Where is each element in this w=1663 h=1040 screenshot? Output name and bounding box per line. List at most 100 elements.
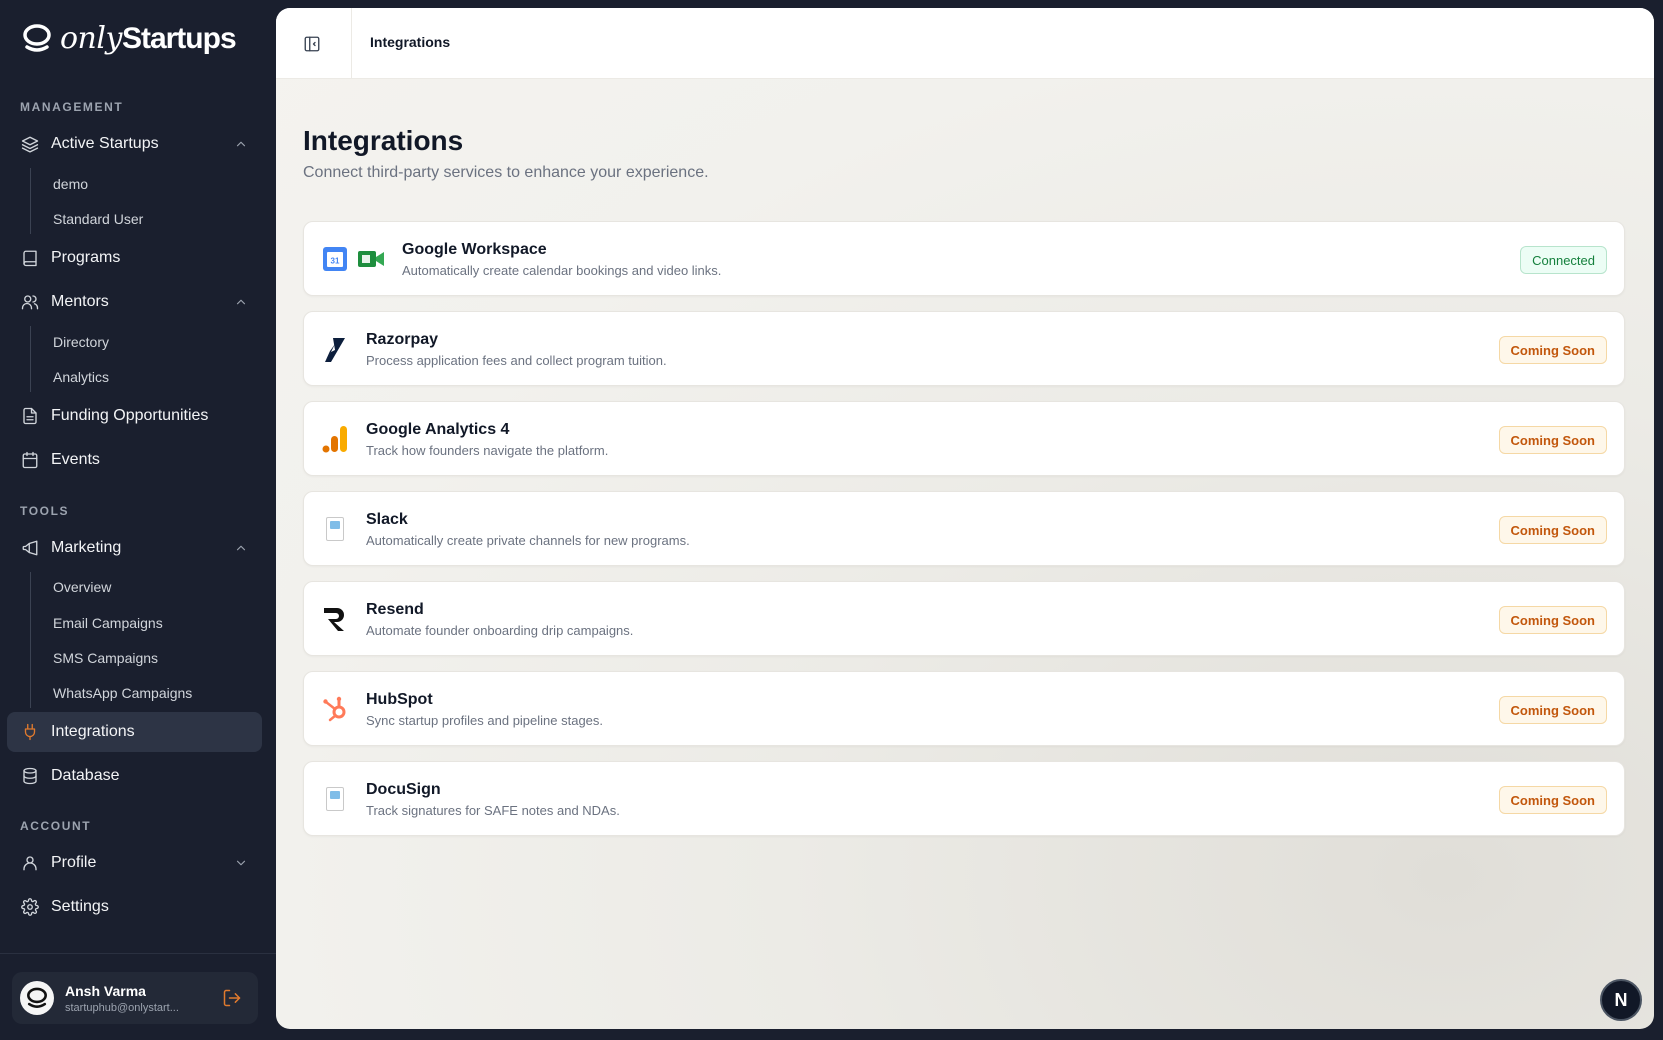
status-badge: Coming Soon xyxy=(1498,696,1607,724)
topbar-separator xyxy=(351,8,352,79)
page-title: Integrations xyxy=(303,125,464,156)
sidebar-toggle-icon[interactable] xyxy=(300,32,324,56)
chevron-down-icon[interactable] xyxy=(234,856,248,870)
user-name: Ansh Varma xyxy=(65,982,146,999)
sub-item-email-campaigns[interactable]: Email Campaigns xyxy=(53,613,163,633)
nav-marketing[interactable]: Marketing xyxy=(7,528,262,568)
nav-label: Mentors xyxy=(51,293,109,310)
sub-item-whatsapp-campaigns[interactable]: WhatsApp Campaigns xyxy=(53,683,192,703)
integration-card-resend[interactable]: Resend Automate founder onboarding drip … xyxy=(303,581,1625,656)
integration-card-hubspot[interactable]: HubSpot Sync startup profiles and pipeli… xyxy=(303,671,1625,746)
main-panel: Integrations Integrations Connect third-… xyxy=(276,8,1654,1029)
users-icon xyxy=(20,292,40,312)
nav-integrations[interactable]: Integrations xyxy=(7,712,262,752)
integration-card-docusign[interactable]: DocuSign Track signatures for SAFE notes… xyxy=(303,761,1625,836)
nav-events[interactable]: Events xyxy=(7,440,262,480)
svg-text:31: 31 xyxy=(331,257,340,266)
avatar-logo-icon xyxy=(27,987,47,1008)
nav-database[interactable]: Database xyxy=(7,756,262,796)
status-badge: Coming Soon xyxy=(1498,786,1607,814)
sub-group-mentors: Directory Analytics xyxy=(30,326,109,392)
avatar xyxy=(20,981,54,1015)
card-name: Slack xyxy=(366,511,408,528)
nav-label: Programs xyxy=(51,249,121,266)
google-meet-icon xyxy=(357,245,385,273)
card-icons xyxy=(321,695,349,723)
card-desc: Automate founder onboarding drip campaig… xyxy=(366,623,634,638)
sub-item-demo[interactable]: demo xyxy=(53,174,88,194)
card-icons xyxy=(321,605,349,633)
card-text: Slack Automatically create private chann… xyxy=(366,511,690,548)
nav-programs[interactable]: Programs xyxy=(7,238,262,278)
sub-item-sms-campaigns[interactable]: SMS Campaigns xyxy=(53,648,158,668)
card-desc: Automatically create private channels fo… xyxy=(366,533,690,548)
status-badge: Coming Soon xyxy=(1498,606,1607,634)
integration-card-google-analytics[interactable]: Google Analytics 4 Track how founders na… xyxy=(303,401,1625,476)
brand-logo[interactable]: onlyStartups xyxy=(22,18,237,58)
gear-icon xyxy=(20,897,40,917)
brand-name: onlyStartups xyxy=(60,20,237,56)
nav-label: Settings xyxy=(51,898,109,915)
integration-card-google-workspace[interactable]: 31 Google Workspace Automatically create… xyxy=(303,221,1625,296)
user-info: Ansh Varma startuphub@onlystart... xyxy=(65,983,200,1014)
user-card[interactable]: Ansh Varma startuphub@onlystart... xyxy=(12,972,258,1024)
user-icon xyxy=(20,853,40,873)
nav-mentors[interactable]: Mentors xyxy=(7,282,262,322)
breadcrumb: Integrations xyxy=(370,34,451,50)
nav-funding-opportunities[interactable]: Funding Opportunities xyxy=(7,396,262,436)
integration-card-razorpay[interactable]: Razorpay Process application fees and co… xyxy=(303,311,1625,386)
book-icon xyxy=(20,248,40,268)
card-desc: Automatically create calendar bookings a… xyxy=(402,263,722,278)
sub-item-overview[interactable]: Overview xyxy=(53,577,111,597)
nav-active-startups[interactable]: Active Startups xyxy=(7,124,262,164)
card-text: Google Analytics 4 Track how founders na… xyxy=(366,421,608,458)
card-text: Razorpay Process application fees and co… xyxy=(366,331,667,368)
status-badge: Coming Soon xyxy=(1498,516,1607,544)
card-name: Google Workspace xyxy=(402,241,547,258)
card-icons xyxy=(321,785,349,813)
nav-label: Database xyxy=(51,767,120,784)
nav-profile[interactable]: Profile xyxy=(7,843,262,883)
assistant-fab-button[interactable]: N xyxy=(1600,979,1642,1021)
sub-item-directory[interactable]: Directory xyxy=(53,332,109,352)
broken-image-icon xyxy=(321,785,349,813)
sub-item-analytics[interactable]: Analytics xyxy=(53,367,109,387)
card-name: Razorpay xyxy=(366,331,439,348)
logout-icon[interactable] xyxy=(222,988,242,1008)
google-calendar-icon: 31 xyxy=(321,245,349,273)
status-badge: Coming Soon xyxy=(1498,426,1607,454)
nav-label: Marketing xyxy=(51,539,122,556)
card-text: Google Workspace Automatically create ca… xyxy=(402,241,721,278)
chevron-up-icon[interactable] xyxy=(234,137,248,151)
nav-label: Profile xyxy=(51,854,97,871)
card-desc: Track signatures for SAFE notes and NDAs… xyxy=(366,803,620,818)
nav-label: Active Startups xyxy=(51,135,159,152)
card-desc: Track how founders navigate the platform… xyxy=(366,443,609,458)
chevron-up-icon[interactable] xyxy=(234,295,248,309)
sidebar: onlyStartups MANAGEMENT Active Startups … xyxy=(0,0,276,1040)
nav-label: Integrations xyxy=(51,723,135,740)
brand-startups: Startups xyxy=(121,21,237,55)
card-icons xyxy=(321,425,349,453)
sub-item-standard-user[interactable]: Standard User xyxy=(53,209,143,229)
nav-label: Events xyxy=(51,451,100,468)
logo-mark-icon xyxy=(23,24,51,52)
section-tools: TOOLS xyxy=(20,504,70,518)
document-icon xyxy=(20,406,40,426)
plug-icon xyxy=(20,722,40,742)
layers-icon xyxy=(20,134,40,154)
card-icons xyxy=(321,515,349,543)
resend-icon xyxy=(321,605,349,633)
brand-only: only xyxy=(60,20,122,56)
card-name: HubSpot xyxy=(366,691,433,708)
card-text: DocuSign Track signatures for SAFE notes… xyxy=(366,781,620,818)
status-badge: Coming Soon xyxy=(1498,336,1607,364)
google-analytics-icon xyxy=(321,425,349,453)
hubspot-icon xyxy=(321,695,349,723)
integration-card-slack[interactable]: Slack Automatically create private chann… xyxy=(303,491,1625,566)
database-icon xyxy=(20,766,40,786)
chevron-up-icon[interactable] xyxy=(234,541,248,555)
card-desc: Process application fees and collect pro… xyxy=(366,353,667,368)
nav-settings[interactable]: Settings xyxy=(7,887,262,927)
razorpay-icon xyxy=(321,335,349,363)
